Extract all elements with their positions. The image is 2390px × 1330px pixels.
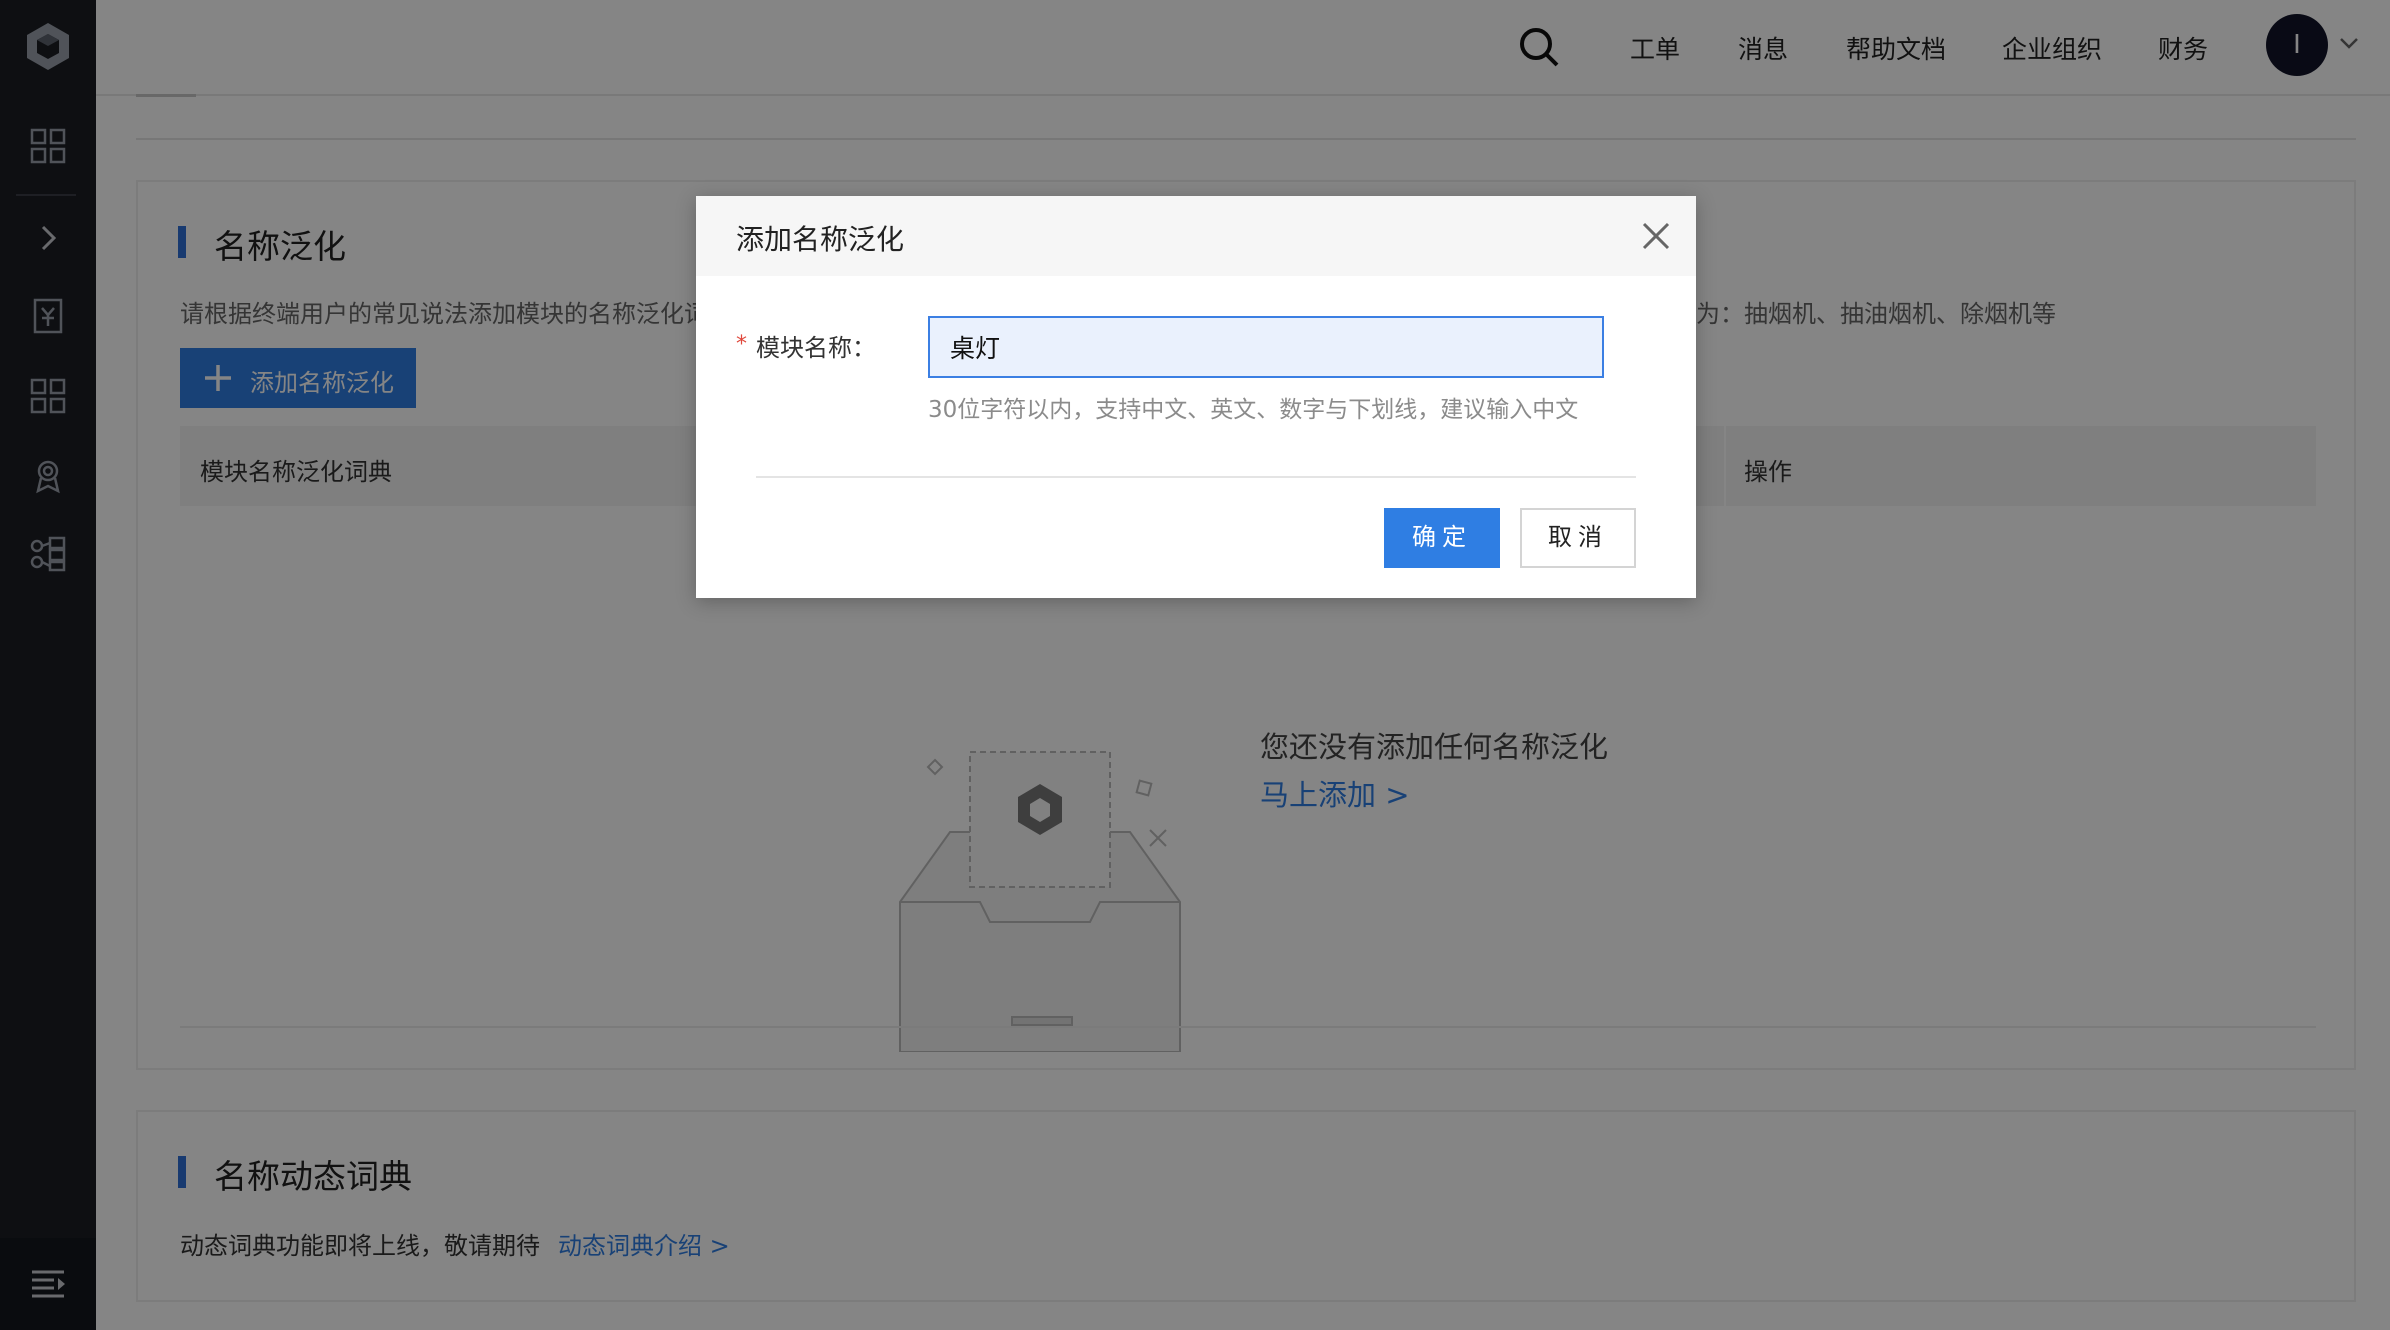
module-name-hint: 30位字符以内，支持中文、英文、数字与下划线，建议输入中文 [928, 397, 1579, 423]
close-icon[interactable] [1640, 220, 1672, 252]
dialog-title: 添加名称泛化 [736, 223, 905, 256]
module-name-input[interactable] [928, 316, 1604, 378]
confirm-button[interactable]: 确定 [1384, 508, 1500, 568]
required-mark: * [736, 332, 747, 357]
add-generalization-dialog: 添加名称泛化 * 模块名称： 30位字符以内，支持中文、英文、数字与下划线，建议… [696, 196, 1696, 598]
cancel-button[interactable]: 取消 [1520, 508, 1636, 568]
dialog-header: 添加名称泛化 [696, 196, 1696, 276]
module-name-label: 模块名称： [756, 334, 876, 362]
dialog-divider [756, 476, 1636, 478]
